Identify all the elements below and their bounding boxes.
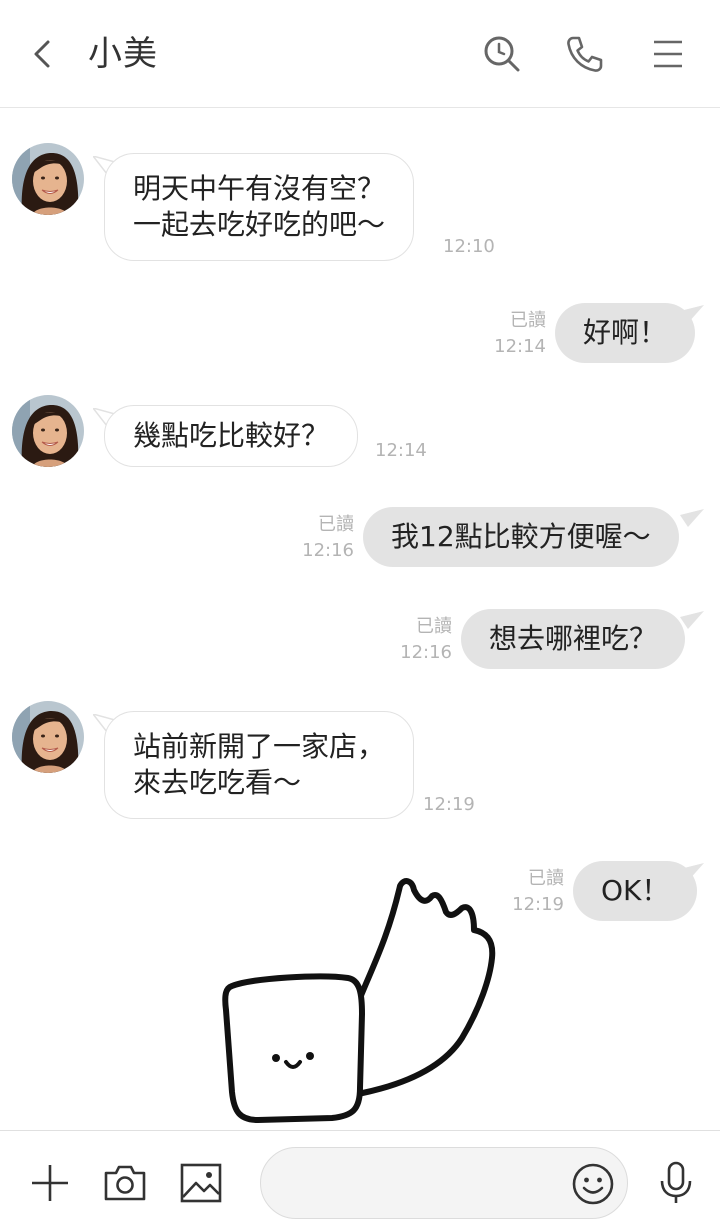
- outgoing-message[interactable]: 我12點比較方便喔～: [363, 507, 679, 567]
- chat-area[interactable]: 明天中午有沒有空？ 一起去吃好吃的吧～ 12:10 已讀 12:14 好啊！ 幾…: [0, 108, 720, 1130]
- message-time: 12:16: [302, 540, 354, 561]
- phone-icon[interactable]: [562, 32, 606, 76]
- chat-title: 小美: [88, 34, 158, 74]
- avatar[interactable]: [12, 395, 84, 467]
- avatar[interactable]: [12, 143, 84, 215]
- menu-icon[interactable]: [646, 32, 690, 76]
- chat-header: 小美: [0, 0, 720, 108]
- message-line: 明天中午有沒有空？: [133, 172, 386, 205]
- contact-photo-icon: [12, 395, 84, 467]
- search-icon[interactable]: [480, 32, 524, 76]
- contact-photo-icon: [12, 701, 84, 773]
- incoming-message[interactable]: 明天中午有沒有空？ 一起去吃好吃的吧～: [104, 153, 415, 261]
- message-meta: 已讀 12:14: [486, 308, 546, 360]
- bubble-tail: [680, 611, 704, 629]
- outgoing-message[interactable]: OK！: [573, 861, 698, 921]
- message-time: 12:14: [494, 336, 546, 357]
- image-icon[interactable]: [177, 1159, 225, 1207]
- message-line: 幾點吃比較好？: [133, 419, 330, 452]
- message-line: 一起去吃好吃的吧～: [133, 208, 386, 241]
- bubble-tail: [680, 509, 704, 527]
- read-receipt: 已讀: [416, 616, 452, 637]
- contact-photo-icon: [12, 143, 84, 215]
- read-receipt: 已讀: [318, 514, 354, 535]
- message-meta: 已讀 12:16: [294, 512, 354, 564]
- message-meta: 已讀 12:16: [392, 614, 452, 666]
- message-input-bar: [0, 1130, 720, 1232]
- message-time: 12:10: [443, 236, 495, 257]
- message-time: 12:19: [423, 794, 475, 815]
- incoming-message[interactable]: 幾點吃比較好？: [104, 405, 359, 467]
- message-time: 12:16: [400, 642, 452, 663]
- sticker-icon[interactable]: [212, 878, 512, 1128]
- incoming-message[interactable]: 站前新開了一家店， 來去吃吃看～: [104, 711, 415, 819]
- bubble-tail: [680, 863, 704, 881]
- back-icon[interactable]: [26, 34, 60, 74]
- bubble-tail: [680, 305, 704, 323]
- read-receipt: 已讀: [510, 310, 546, 331]
- read-receipt: 已讀: [528, 868, 564, 889]
- avatar[interactable]: [12, 701, 84, 773]
- message-time: 12:14: [375, 440, 427, 461]
- camera-icon[interactable]: [101, 1159, 149, 1207]
- plus-icon[interactable]: [26, 1159, 74, 1207]
- message-line: 來去吃吃看～: [133, 766, 302, 799]
- emoji-icon[interactable]: [570, 1161, 616, 1207]
- outgoing-message[interactable]: 好啊！: [555, 303, 696, 363]
- message-meta: 已讀 12:19: [504, 866, 564, 918]
- message-time: 12:19: [512, 894, 564, 915]
- microphone-icon[interactable]: [652, 1159, 700, 1207]
- message-line: 站前新開了一家店，: [133, 730, 386, 763]
- outgoing-message[interactable]: 想去哪裡吃？: [461, 609, 686, 669]
